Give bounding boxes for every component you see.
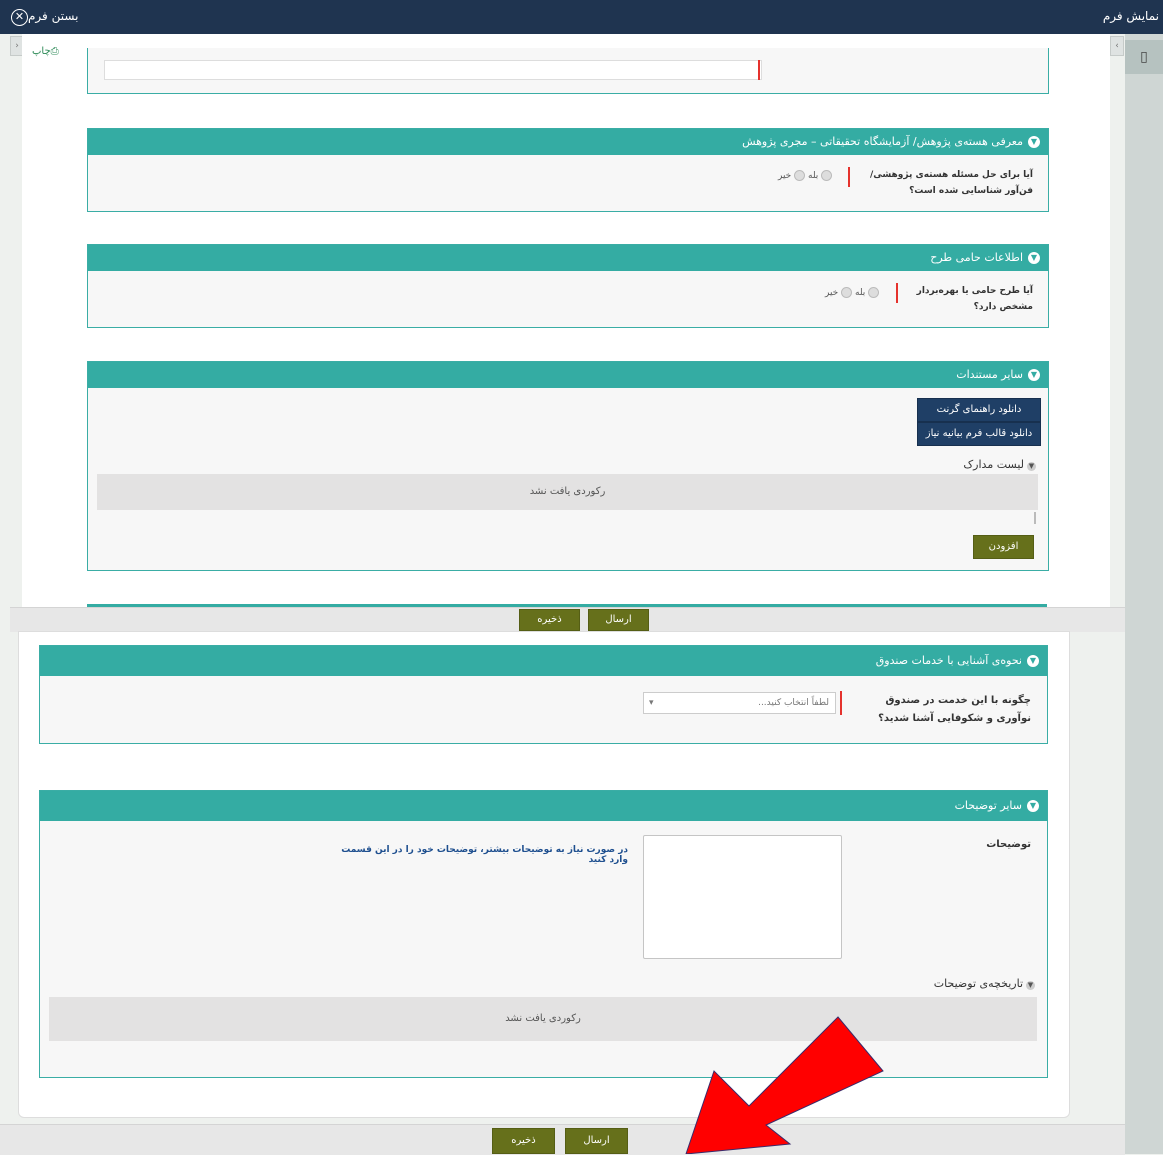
download-needs-template-button[interactable]: دانلود قالب فرم بیانیه نیاز: [917, 422, 1041, 446]
print-link[interactable]: ⎙چاپ: [32, 46, 59, 57]
panel-title: نحوه‌ی آشنایی با خدمات صندوق: [875, 654, 1022, 667]
radio-label: خیر: [778, 171, 792, 181]
docs-empty-row: رکوردی یافت نشد: [97, 474, 1038, 510]
history-label: تاریخچه‌ی توضیحات: [933, 977, 1023, 990]
required-marker: [848, 167, 850, 187]
radio-circle-icon: [794, 170, 806, 181]
radio-yes[interactable]: بله: [855, 287, 882, 298]
panel-title: معرفی هسته‌ی پژوهش/ آزمایشگاه تحقیقاتی –…: [742, 135, 1023, 148]
comments-textarea[interactable]: [643, 835, 842, 959]
send-button[interactable]: ارسال: [588, 609, 649, 631]
required-marker: [840, 691, 842, 715]
required-marker: [758, 60, 760, 80]
question-label: آیا برای حل مسئله هسته‌ی پژوهشی/ فن‌آور …: [869, 170, 1033, 196]
select-placeholder: لطفاً انتخاب کنید...: [758, 698, 829, 708]
research-intro-header[interactable]: ▼ معرفی هسته‌ی پژوهش/ آزمایشگاه تحقیقاتی …: [88, 129, 1048, 155]
radio-no[interactable]: خیر: [778, 170, 808, 181]
source-select[interactable]: لطفاً انتخاب کنید... ▾: [643, 692, 836, 714]
chevron-down-icon: ▼: [1028, 369, 1040, 381]
add-document-button[interactable]: افزودن: [973, 535, 1034, 559]
window-titlebar: نمایش فرم ✕ بستن فرم: [0, 0, 1163, 34]
radio-no[interactable]: خیر: [825, 287, 855, 298]
previous-field-input[interactable]: [104, 60, 762, 80]
docs-list-toggle[interactable]: ▼لیست مدارک: [963, 458, 1036, 471]
bottom-footer-bar: [0, 1124, 1125, 1155]
print-label: چاپ: [32, 46, 51, 57]
radio-label: بله: [855, 288, 866, 298]
other-comments-header[interactable]: ▼ سایر توضیحات: [40, 791, 1047, 821]
red-arrow-annotation: [685, 1016, 884, 1154]
printer-icon: ⎙: [50, 46, 59, 57]
table-scrollbar[interactable]: [1034, 512, 1036, 524]
other-comments-panel: ▼ سایر توضیحات توضیحات در صورت نیاز به تو…: [39, 790, 1048, 1078]
familiarity-header[interactable]: ▼ نحوه‌ی آشنایی با خدمات صندوق: [40, 646, 1047, 676]
save-button[interactable]: ذخیره: [492, 1128, 555, 1154]
save-button[interactable]: ذخیره: [519, 609, 580, 631]
document-tab-icon[interactable]: ▯: [1125, 40, 1163, 74]
radio-label: خیر: [825, 288, 839, 298]
close-form-label: بستن فرم: [28, 9, 79, 23]
sponsor-panel: ▼ اطلاعات حامی طرح آیا طرح حامی یا بهره‌ب…: [87, 244, 1049, 328]
radio-circle-icon: [841, 287, 853, 298]
send-button[interactable]: ارسال: [565, 1128, 628, 1154]
other-docs-header[interactable]: ▼ سایر مستندات: [88, 362, 1048, 388]
download-grant-guide-button[interactable]: دانلود راهنمای گرنت: [917, 398, 1041, 422]
chevron-down-icon: ▼: [1027, 800, 1039, 812]
radio-circle-icon: [821, 170, 833, 181]
right-side-panel: ▯: [1125, 34, 1163, 1154]
close-form-button[interactable]: ✕ بستن فرم: [8, 9, 78, 26]
question-label: آیا طرح حامی یا بهره‌بردار مشخص دارد؟: [916, 286, 1033, 312]
chevron-down-icon: ▼: [1028, 252, 1040, 264]
comments-label: توضیحات: [986, 839, 1031, 850]
close-icon: ✕: [11, 9, 28, 26]
comments-history-toggle[interactable]: ▼تاریخچه‌ی توضیحات: [934, 977, 1035, 990]
radio-label: بله: [808, 171, 819, 181]
radio-yes[interactable]: بله: [808, 170, 835, 181]
chevron-down-icon: ▼: [1027, 655, 1039, 667]
history-empty-row: رکوردی یافت نشد: [49, 997, 1037, 1041]
question-label: چگونه با این خدمت در صندوق نوآوری و شکوف…: [878, 695, 1031, 724]
radio-circle-icon: [868, 287, 880, 298]
other-docs-panel: ▼ سایر مستندات دانلود راهنمای گرنت دانلود…: [87, 361, 1049, 571]
chevron-down-icon: ▼: [1026, 981, 1035, 990]
docs-list-label: لیست مدارک: [963, 458, 1024, 471]
chevron-down-icon: ▼: [1027, 462, 1036, 471]
sponsor-header[interactable]: ▼ اطلاعات حامی طرح: [88, 245, 1048, 271]
panel-title: سایر مستندات: [956, 368, 1023, 381]
right-collapse-icon[interactable]: ‹: [1110, 36, 1124, 56]
panel-title: اطلاعات حامی طرح: [930, 251, 1023, 264]
dropdown-arrow-icon: ▾: [649, 698, 654, 708]
comments-hint: در صورت نیاز به توضیحات بیشتر، توضیحات خ…: [341, 845, 628, 865]
window-title: نمایش فرم: [1102, 9, 1159, 23]
research-intro-panel: ▼ معرفی هسته‌ی پژوهش/ آزمایشگاه تحقیقاتی …: [87, 128, 1049, 212]
panel-title: سایر توضیحات: [954, 799, 1022, 812]
chevron-down-icon: ▼: [1028, 136, 1040, 148]
required-marker: [896, 283, 898, 303]
familiarity-panel: ▼ نحوه‌ی آشنایی با خدمات صندوق چگونه با ا…: [39, 645, 1048, 744]
previous-panel-bottom: [87, 48, 1049, 94]
